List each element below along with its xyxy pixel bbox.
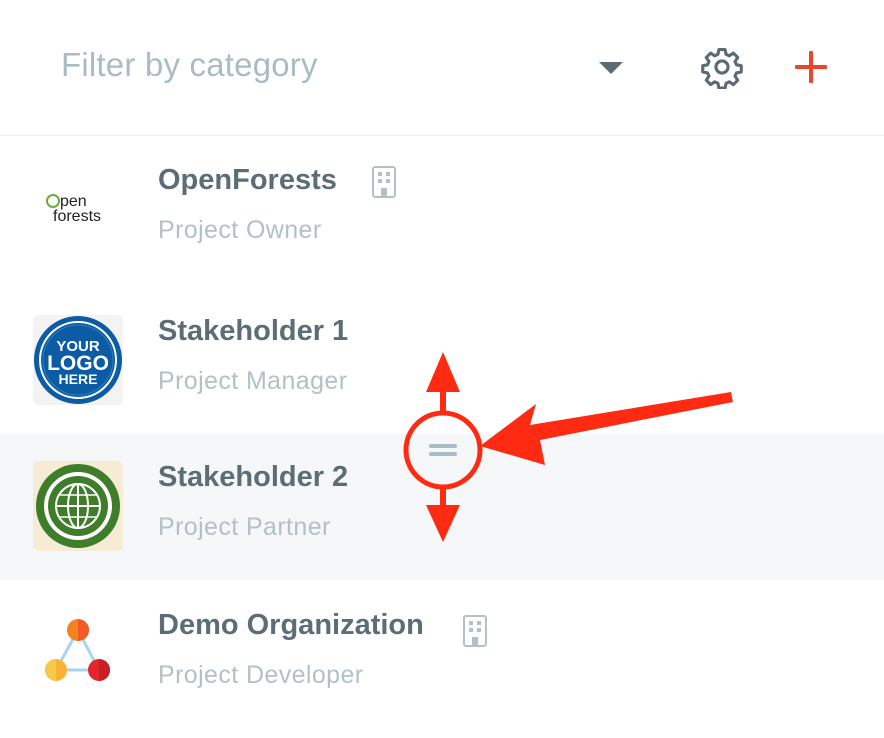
- chevron-down-icon[interactable]: [599, 62, 623, 74]
- list-item[interactable]: YOUR LOGO HERE Stakeholder 1 Project Man…: [0, 288, 884, 434]
- list-header: Filter by category: [0, 0, 884, 136]
- stakeholder-name: OpenForests: [158, 164, 337, 196]
- category-filter-select[interactable]: Filter by category: [61, 46, 318, 84]
- stakeholder-name: Stakeholder 2: [158, 461, 349, 493]
- stakeholder-role: Project Developer: [158, 661, 364, 689]
- openforests-logo: pen forests: [33, 164, 123, 254]
- stakeholder-list-panel: Filter by category pen forests OpenFores…: [0, 0, 884, 738]
- list-item-selected[interactable]: Stakeholder 2 Project Partner: [0, 434, 884, 580]
- your-logo-here-badge: YOUR LOGO HERE: [33, 315, 123, 405]
- list-item[interactable]: Demo Organization Project Developer: [0, 582, 884, 728]
- add-stakeholder-button[interactable]: [793, 49, 829, 85]
- logo-text-line: HERE: [59, 371, 98, 387]
- building-icon: [372, 166, 396, 198]
- stakeholder-role: Project Partner: [158, 513, 331, 541]
- list-item[interactable]: pen forests OpenForests Project Owner: [0, 137, 884, 283]
- stakeholder-name: Demo Organization: [158, 609, 424, 641]
- building-icon: [463, 615, 487, 647]
- gear-icon[interactable]: [700, 45, 744, 89]
- three-circles-logo: [33, 609, 123, 699]
- globe-wreath-logo: [33, 461, 123, 551]
- stakeholder-role: Project Owner: [158, 216, 322, 244]
- svg-text:forests: forests: [53, 208, 101, 225]
- stakeholder-name: Stakeholder 1: [158, 315, 349, 347]
- stakeholder-role: Project Manager: [158, 367, 348, 395]
